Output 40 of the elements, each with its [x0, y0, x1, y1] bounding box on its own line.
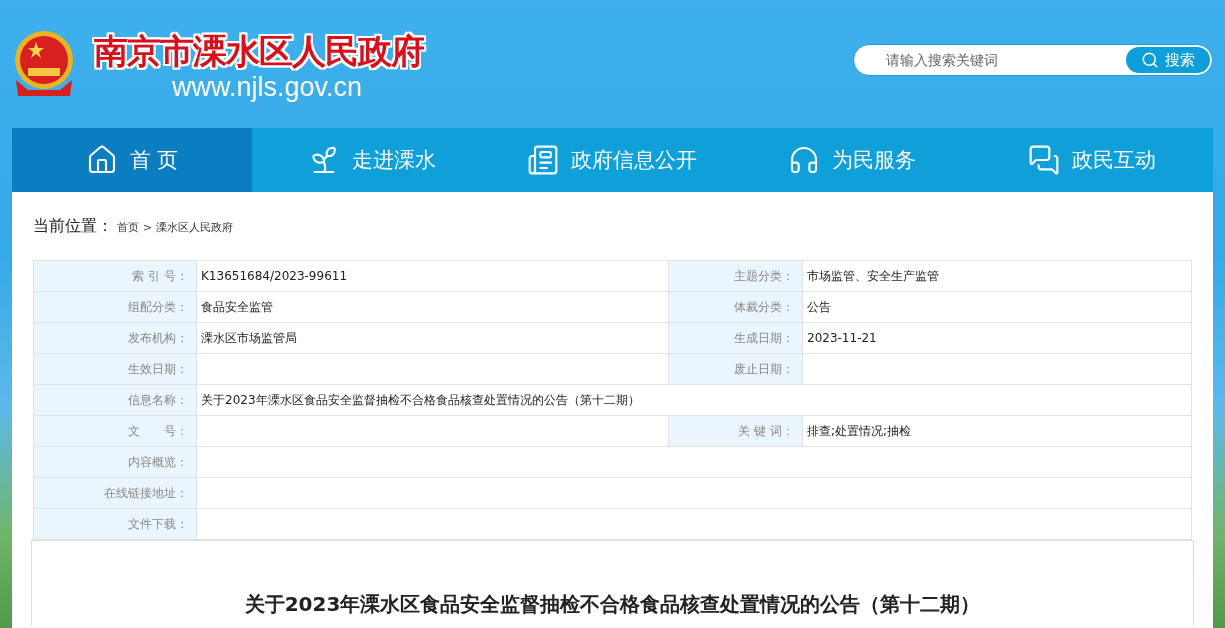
field-label: 发布机构： — [33, 322, 197, 354]
field-value: 市场监管、安全生产监管 — [802, 260, 1192, 292]
field-label: 内容概览： — [33, 446, 197, 478]
field-label: 生成日期： — [668, 322, 803, 354]
field-value: 公告 — [802, 291, 1192, 323]
headset-icon — [788, 144, 820, 176]
field-value: 排查;处置情况;抽检 — [802, 415, 1192, 447]
field-label: 文 号： — [33, 415, 197, 447]
field-label: 文件下载： — [33, 508, 197, 540]
field-label: 组配分类： — [33, 291, 197, 323]
nav-tab[interactable]: 首 页 — [12, 128, 252, 192]
field-label: 在线链接地址： — [33, 477, 197, 509]
nav-tab[interactable]: 政府信息公开 — [492, 128, 732, 192]
field-value: K13651684/2023-99611 — [196, 260, 669, 292]
breadcrumb-separator: > — [143, 221, 153, 234]
search-button[interactable]: 搜索 — [1126, 47, 1210, 73]
field-label: 体裁分类： — [668, 291, 803, 323]
field-label: 关 键 词： — [668, 415, 803, 447]
nav-tab[interactable]: 为民服务 — [732, 128, 972, 192]
field-value: 食品安全监管 — [196, 291, 669, 323]
field-label: 生效日期： — [33, 353, 197, 385]
document-icon — [527, 144, 559, 176]
breadcrumb-label: 当前位置： — [33, 216, 113, 237]
field-label: 信息名称： — [33, 384, 197, 416]
field-label: 主题分类： — [668, 260, 803, 292]
article-title: 关于2023年溧水区食品安全监督抽检不合格食品核查处置情况的公告（第十二期） — [244, 591, 981, 618]
nav-tab[interactable]: 政民互动 — [972, 128, 1212, 192]
search-icon — [1141, 51, 1159, 69]
field-value: 关于2023年溧水区食品安全监督抽检不合格食品核查处置情况的公告（第十二期） — [196, 384, 1192, 416]
chat-icon — [1028, 144, 1060, 176]
site-title: 南京市溧水区人民政府 — [94, 30, 424, 72]
field-value: 溧水区市场监管局 — [196, 322, 669, 354]
field-value: 2023-11-21 — [802, 322, 1192, 354]
field-label: 废止日期： — [668, 353, 803, 385]
breadcrumb-link[interactable]: 溧水区人民政府 — [156, 220, 234, 235]
nav-tab[interactable]: 走进溧水 — [252, 128, 492, 192]
field-label: 索 引 号： — [33, 260, 197, 292]
breadcrumb-link[interactable]: 首页 — [117, 220, 139, 235]
search-field[interactable]: 请输入搜索关键词 搜索 — [853, 44, 1213, 76]
site-url: www.njls.gov.cn — [172, 72, 363, 102]
